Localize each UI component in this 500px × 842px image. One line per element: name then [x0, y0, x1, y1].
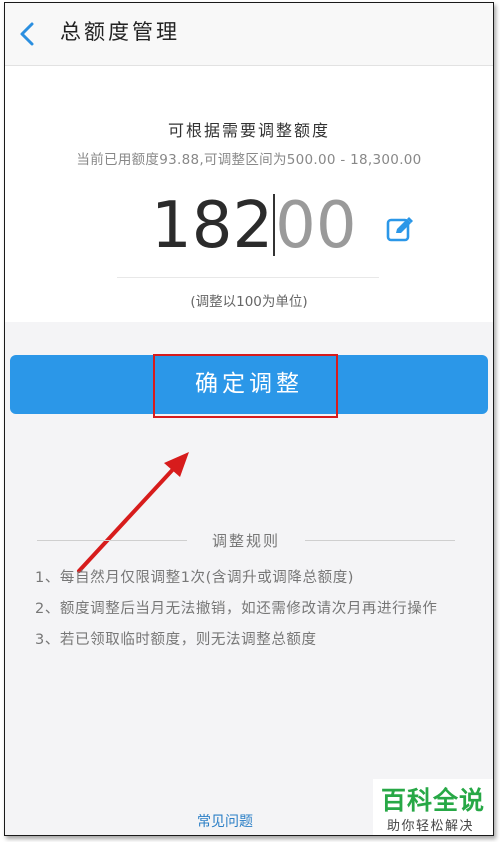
watermark-title: 百科全说	[381, 786, 486, 815]
confirm-adjust-label: 确定调整	[195, 371, 303, 397]
nav-bar: 总额度管理	[5, 3, 493, 66]
adjust-panel: 可根据需要调整额度 当前已用额度93.88,可调整区间为500.00 - 18,…	[5, 66, 493, 322]
adjust-subtitle: 可根据需要调整额度	[167, 121, 330, 140]
watermark-logo: 百科全说 助你轻松解决	[373, 779, 493, 835]
amount-value: 182	[151, 189, 274, 263]
chevron-left-icon[interactable]	[17, 21, 39, 47]
unit-note: (调整以100为单位)	[190, 294, 308, 310]
amount-underline	[117, 277, 379, 278]
page-title: 总额度管理	[60, 20, 180, 44]
list-item: 1、每自然月仅限调整1次(含调升或调降总额度)	[35, 570, 355, 586]
list-item: 2、额度调整后当月无法撤销，如还需修改请次月再进行操作	[35, 601, 438, 617]
amount-placeholder: 00	[275, 189, 357, 263]
rules-header: 调整规则	[37, 530, 455, 550]
watermark-subtitle: 助你轻松解决	[387, 819, 475, 834]
annotation-arrow-icon	[77, 452, 189, 573]
app-screen: 总额度管理 可根据需要调整额度 当前已用额度93.88,可调整区间为500.00…	[4, 2, 494, 836]
rules-list: 1、每自然月仅限调整1次(含调升或调降总额度) 2、额度调整后当月无法撤销，如还…	[35, 563, 487, 656]
list-item: 3、若已领取临时额度，则无法调整总额度	[35, 632, 317, 648]
divider	[305, 540, 455, 541]
edit-icon[interactable]	[386, 215, 414, 243]
amount-input[interactable]: 18200	[151, 186, 361, 266]
confirm-adjust-button[interactable]: 确定调整	[10, 355, 488, 414]
adjust-range-text: 当前已用额度93.88,可调整区间为500.00 - 18,300.00	[76, 152, 422, 168]
